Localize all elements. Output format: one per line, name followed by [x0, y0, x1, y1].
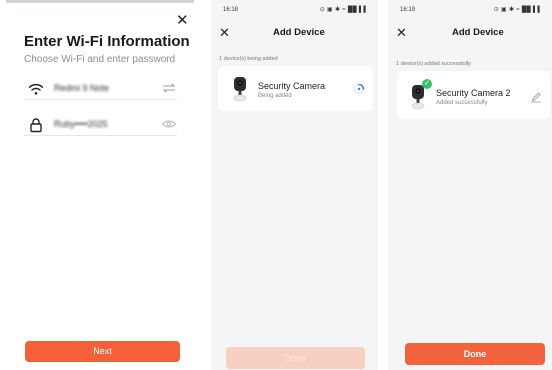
page-title: Enter Wi-Fi Information [24, 33, 190, 50]
close-icon[interactable]: ✕ [396, 26, 407, 39]
next-button[interactable]: Next [25, 341, 180, 362]
divider [378, 0, 388, 370]
lock-icon [30, 118, 42, 133]
divider [200, 0, 211, 370]
device-status: Added successfully [436, 100, 488, 106]
device-added-screen: 16:19 ⊙ ▣ ✱ ≈ ██ ▌▌ ✕ Add Device 1 devic… [388, 0, 552, 370]
adding-device-screen: 16:18 ⊙ ▣ ✱ ≈ ██ ▌▌ ✕ Add Device 1 devic… [211, 0, 378, 370]
section-label: 1 device(s) being added [219, 56, 278, 62]
success-check-icon: ✓ [422, 79, 432, 89]
eye-icon[interactable] [161, 118, 177, 130]
nav-title: Add Device [452, 27, 504, 38]
page-subtitle: Choose Wi-Fi and enter password [24, 54, 176, 65]
switch-network-icon[interactable] [161, 82, 177, 94]
device-card: Security Camera Being added [218, 66, 373, 111]
device-status: Being added [258, 93, 292, 99]
edit-icon[interactable] [530, 91, 542, 103]
nav-title: Add Device [273, 27, 325, 38]
status-time: 16:18 [223, 7, 239, 13]
status-bar-icons: ⊙ ▣ ✱ ≈ ██ ▌▌ [493, 7, 542, 13]
loading-spinner-icon [353, 83, 365, 95]
wifi-icon [28, 83, 44, 95]
device-card: ✓ Security Camera 2 Added successfully [397, 71, 550, 119]
device-name: Security Camera [258, 81, 326, 91]
sheet-handle [6, 0, 194, 3]
done-button[interactable]: Done [405, 343, 545, 365]
wifi-network-value: Redmi 9 Note [54, 83, 110, 93]
close-icon[interactable]: ✕ [176, 13, 189, 28]
close-icon[interactable]: ✕ [219, 26, 230, 39]
status-time: 16:19 [400, 7, 416, 13]
section-label: 1 device(s) added successfully [396, 61, 471, 67]
camera-icon [233, 77, 247, 102]
wifi-network-field[interactable]: Redmi 9 Note [24, 78, 177, 100]
done-button-disabled: Done [226, 347, 365, 369]
wifi-info-screen: ✕ Enter Wi-Fi Information Choose Wi-Fi a… [0, 0, 200, 370]
wifi-password-field[interactable]: Ruby••••2025 [24, 114, 177, 136]
wifi-password-value: Ruby••••2025 [54, 119, 108, 129]
device-name: Security Camera 2 [436, 88, 511, 98]
status-bar-icons: ⊙ ▣ ✱ ≈ ██ ▌▌ [319, 7, 368, 13]
